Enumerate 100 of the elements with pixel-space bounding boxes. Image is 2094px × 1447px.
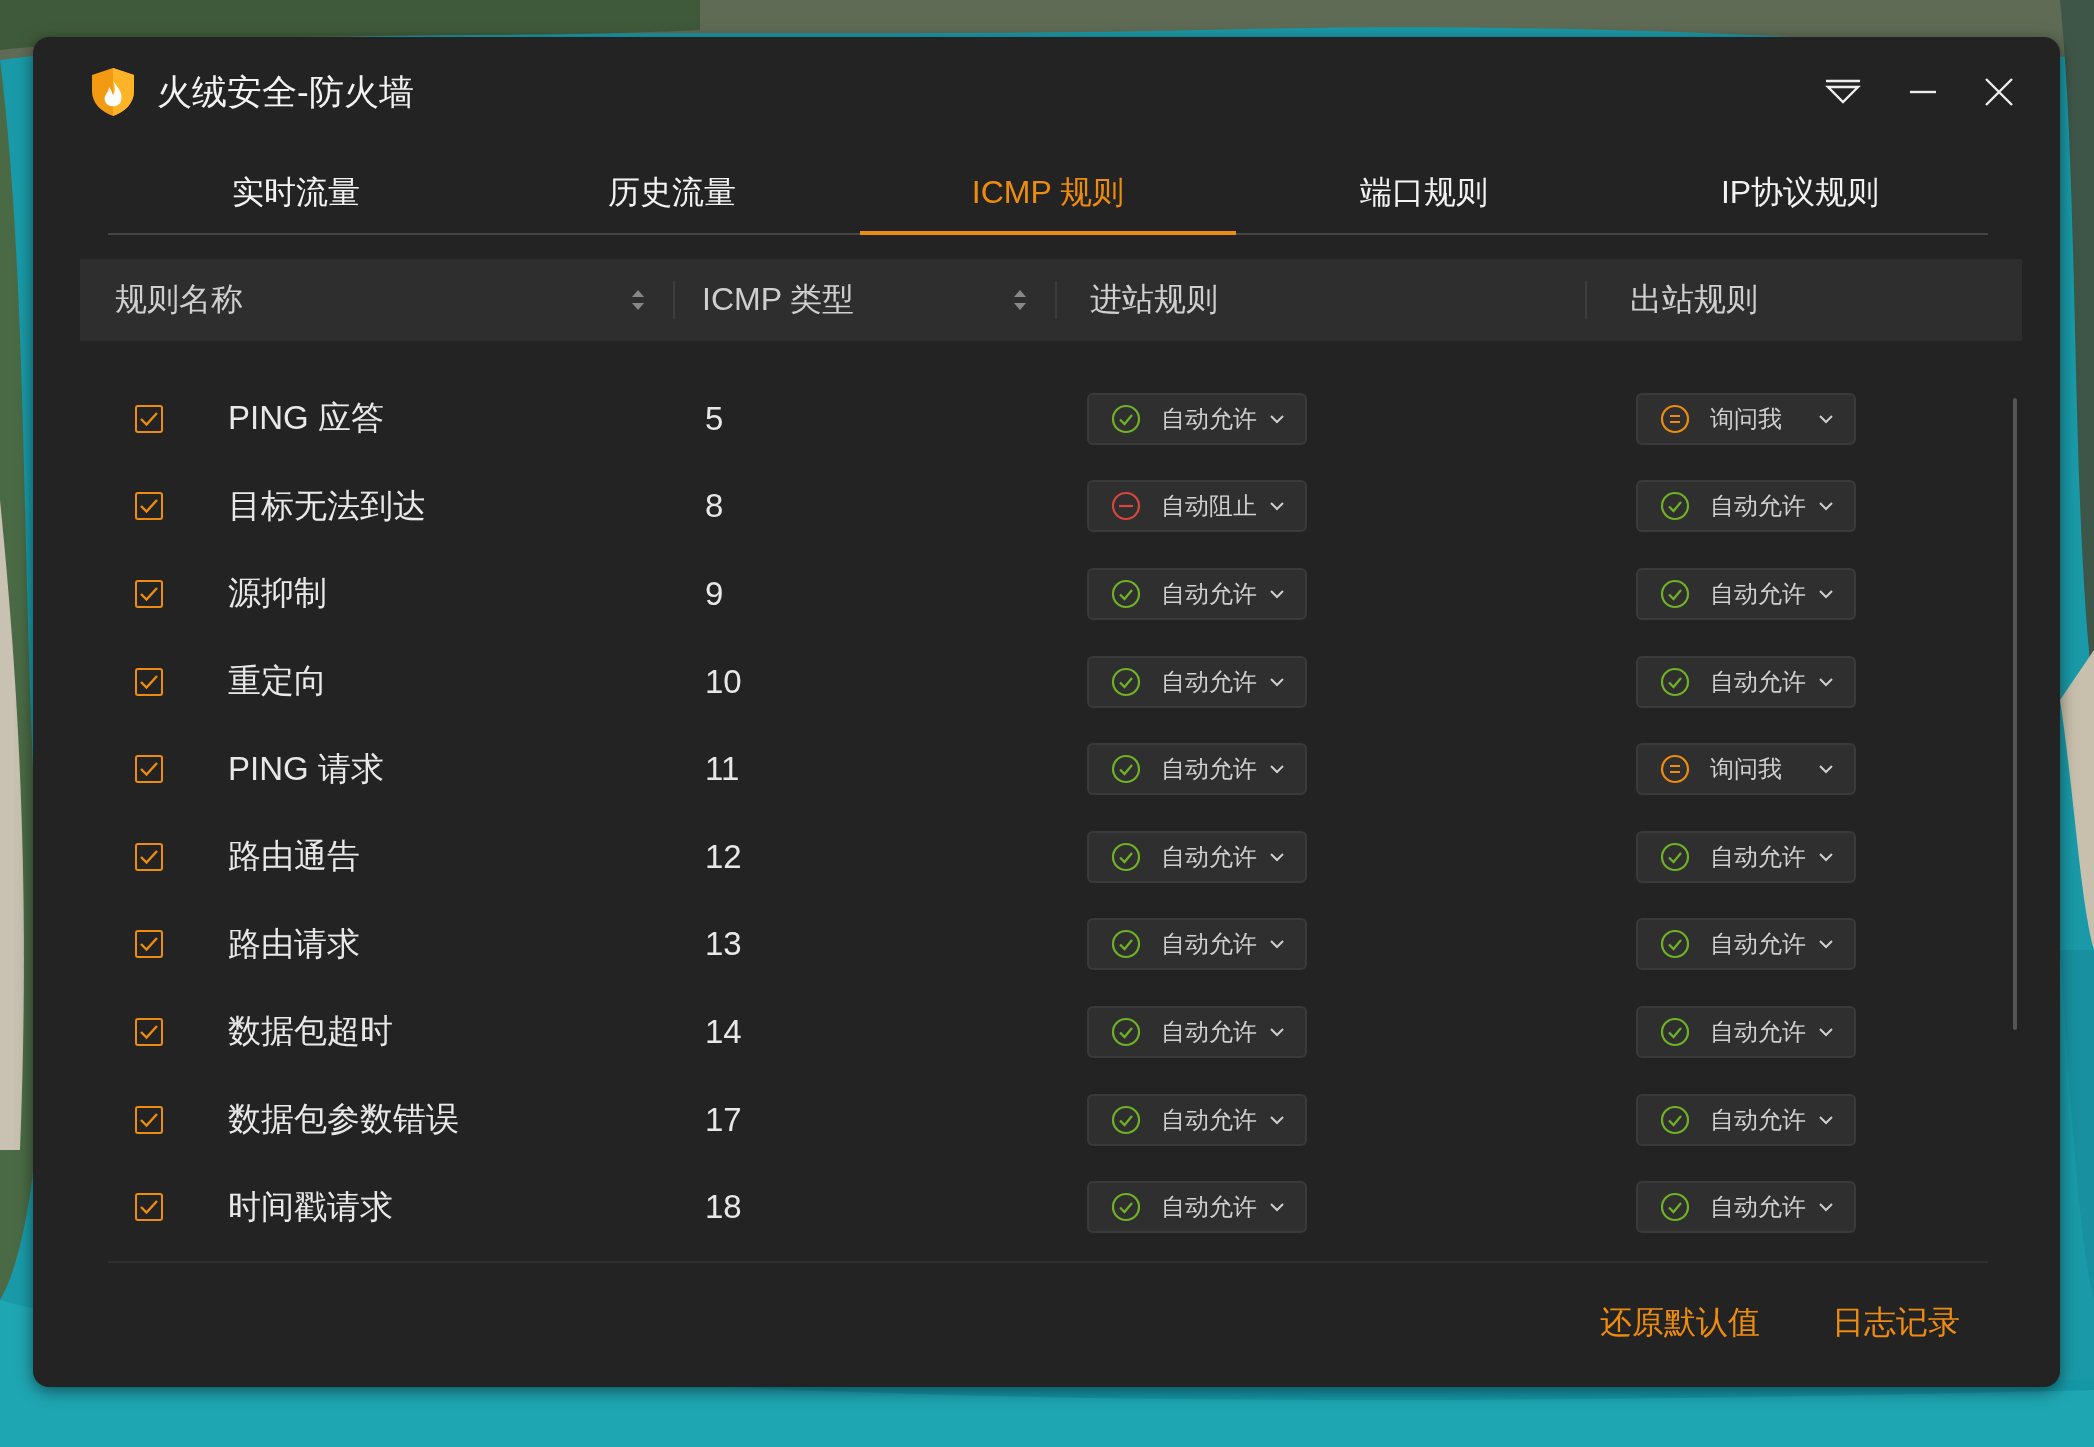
minus-circle-icon: [1111, 491, 1141, 522]
status-dropdown[interactable]: 自动允许: [1636, 830, 1856, 883]
status-dropdown[interactable]: 询问我: [1636, 392, 1856, 445]
status-dropdown[interactable]: 询问我: [1636, 743, 1856, 796]
icmp-type: 10: [705, 662, 742, 700]
checkbox[interactable]: [135, 755, 163, 784]
check-circle-icon: [1111, 1016, 1141, 1047]
status-dropdown[interactable]: 自动允许: [1087, 1093, 1307, 1146]
checkmark-icon: [139, 410, 159, 427]
status-dropdown[interactable]: 自动允许: [1087, 1181, 1307, 1234]
status-dropdown[interactable]: 自动阻止: [1087, 480, 1307, 533]
check-circle-icon: [1111, 403, 1141, 434]
checkmark-icon: [139, 586, 159, 602]
check-circle-icon: [1111, 754, 1141, 785]
caret-icon: [1818, 939, 1834, 950]
rule-name: 时间戳请求: [228, 1186, 393, 1227]
check-circle-icon: [1660, 841, 1690, 872]
column-header[interactable]: 规则名称: [115, 278, 243, 322]
icmp-type: 9: [705, 575, 724, 612]
caret-icon: [1818, 501, 1834, 512]
tab[interactable]: 历史流量: [484, 155, 860, 235]
check-circle-icon: [1660, 579, 1690, 609]
checkbox[interactable]: [135, 492, 163, 521]
rule-name: 数据包参数错误: [228, 1099, 459, 1140]
window-title: 火绒安全-防火墙: [157, 70, 415, 113]
icmp-type: 18: [705, 1188, 742, 1226]
check-circle-icon: [1111, 841, 1141, 872]
checkmark-icon: [139, 761, 159, 778]
rule-name: 目标无法到达: [228, 485, 426, 526]
check-circle-icon: [1111, 579, 1141, 609]
status-dropdown[interactable]: 自动允许: [1087, 568, 1307, 620]
status-dropdown[interactable]: 自动允许: [1087, 830, 1307, 883]
shield-flame-logo: [91, 67, 135, 117]
caret-icon: [1269, 1114, 1285, 1125]
check-circle-icon: [1111, 929, 1141, 960]
status-dropdown[interactable]: 自动允许: [1087, 1005, 1307, 1058]
rule-name: 重定向: [228, 661, 327, 702]
status-dropdown[interactable]: 自动允许: [1636, 1093, 1856, 1146]
icmp-type: 17: [705, 1100, 742, 1138]
check-circle-icon: [1111, 1192, 1141, 1223]
caret-icon: [1269, 1202, 1285, 1213]
tab[interactable]: 实时流量: [108, 155, 484, 235]
checkbox[interactable]: [135, 1017, 163, 1046]
rule-name: PING 请求: [228, 748, 384, 789]
status-dropdown[interactable]: 自动允许: [1636, 1181, 1856, 1234]
check-circle-icon: [1660, 666, 1690, 697]
tab[interactable]: IP协议规则: [1612, 155, 1988, 235]
caret-icon: [1818, 413, 1834, 424]
status-dropdown[interactable]: 自动允许: [1636, 1005, 1856, 1058]
rule-name: 路由通告: [228, 836, 360, 877]
icmp-type: 8: [705, 487, 724, 525]
menu-icon: [1824, 79, 1862, 105]
status-dropdown[interactable]: 自动允许: [1087, 918, 1307, 971]
checkmark-icon: [139, 936, 159, 953]
caret-icon: [1269, 676, 1285, 687]
column-header[interactable]: 出站规则: [1630, 278, 1758, 322]
caret-icon: [1818, 851, 1834, 862]
rule-name: 路由请求: [228, 923, 360, 964]
scrollbar[interactable]: [2013, 398, 2017, 1030]
caret-icon: [1269, 413, 1285, 424]
caret-icon: [1818, 764, 1834, 775]
check-circle-icon: [1660, 1016, 1690, 1047]
status-dropdown[interactable]: 自动允许: [1087, 655, 1307, 708]
caret-icon: [1818, 1026, 1834, 1037]
caret-icon: [1818, 676, 1834, 687]
checkbox[interactable]: [135, 580, 163, 608]
checkbox[interactable]: [135, 404, 163, 433]
checkmark-icon: [139, 1023, 159, 1040]
status-dropdown[interactable]: 自动允许: [1087, 743, 1307, 796]
footer-link[interactable]: 日志记录: [1832, 1300, 1960, 1345]
checkbox[interactable]: [135, 667, 163, 696]
status-dropdown[interactable]: 自动允许: [1636, 655, 1856, 708]
column-header[interactable]: ICMP 类型: [702, 278, 855, 322]
column-header[interactable]: 进站规则: [1090, 278, 1218, 322]
status-dropdown[interactable]: 自动允许: [1636, 918, 1856, 971]
rule-name: 源抑制: [228, 573, 327, 614]
caret-icon: [1269, 589, 1285, 599]
checkbox[interactable]: [135, 1193, 163, 1222]
status-dropdown[interactable]: 自动允许: [1636, 480, 1856, 533]
minimize-icon: [1908, 90, 1938, 94]
checkmark-icon: [139, 498, 159, 515]
icmp-type: 12: [705, 837, 742, 875]
caret-icon: [1818, 1114, 1834, 1125]
footer-link[interactable]: 还原默认值: [1600, 1300, 1760, 1345]
caret-icon: [1269, 764, 1285, 775]
checkmark-icon: [139, 1199, 159, 1216]
checkbox[interactable]: [135, 1105, 163, 1134]
check-circle-icon: [1660, 929, 1690, 960]
icmp-type: 5: [705, 399, 724, 437]
tab[interactable]: 端口规则: [1236, 155, 1612, 235]
caret-icon: [1818, 589, 1834, 599]
status-dropdown[interactable]: 自动允许: [1636, 568, 1856, 620]
check-circle-icon: [1660, 491, 1690, 522]
tab[interactable]: ICMP 规则: [860, 155, 1236, 235]
status-dropdown[interactable]: 自动允许: [1087, 392, 1307, 445]
checkbox[interactable]: [135, 842, 163, 871]
icmp-type: 13: [705, 925, 742, 963]
check-circle-icon: [1660, 1192, 1690, 1223]
checkmark-icon: [139, 848, 159, 865]
checkbox[interactable]: [135, 930, 163, 959]
